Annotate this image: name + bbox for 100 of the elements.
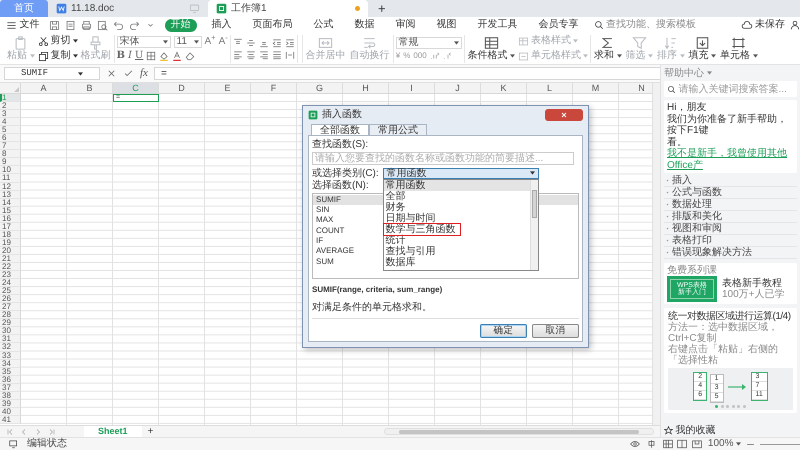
row-header[interactable]: 6 <box>0 134 21 142</box>
column-header[interactable]: F <box>251 83 297 93</box>
row-header[interactable]: 9 <box>0 158 21 166</box>
row-header[interactable]: 32 <box>0 343 21 352</box>
row-header[interactable]: 10 <box>0 166 21 174</box>
dialog-tab[interactable]: 全部函数 <box>311 124 369 136</box>
dropdown-option[interactable]: 数据库 <box>384 256 530 268</box>
course-title[interactable]: 表格新手教程 <box>722 278 785 289</box>
column-header[interactable]: H <box>343 83 389 93</box>
dialog-tab[interactable]: 常用公式 <box>369 124 427 135</box>
row-header[interactable]: 3 <box>0 110 21 118</box>
page-dot[interactable] <box>737 405 740 408</box>
row-header[interactable]: 30 <box>0 327 21 336</box>
dropdown-option[interactable]: 数学与三角函数 <box>384 224 460 235</box>
help-topic[interactable]: 视图和审阅 <box>664 223 797 235</box>
cancel-icon[interactable] <box>106 68 117 79</box>
page-view-icon[interactable] <box>676 439 688 449</box>
indent-increase-icon[interactable] <box>284 38 295 48</box>
printer-icon[interactable] <box>80 20 92 30</box>
align-left-icon[interactable] <box>232 50 243 60</box>
person-icon[interactable] <box>790 20 800 30</box>
dropdown-option[interactable]: 查找与引用 <box>384 246 530 257</box>
ribbon-button[interactable]: 条件格式 <box>466 36 516 62</box>
previous-sheet-icon[interactable] <box>20 428 28 436</box>
document-tab[interactable]: 工作簿1 <box>208 0 368 17</box>
decrease-font-button[interactable]: A$^{-}$ <box>218 36 228 48</box>
ribbon-button[interactable]: 单元格 <box>719 36 759 62</box>
column-header[interactable]: G <box>297 83 343 93</box>
row-header[interactable]: 8 <box>0 150 21 158</box>
ribbon-button[interactable]: 填充 <box>688 36 718 62</box>
document-icon[interactable] <box>64 20 76 30</box>
column-header[interactable]: J <box>435 83 481 93</box>
row-header[interactable]: 25 <box>0 287 21 296</box>
help-topic[interactable]: 错误现象解决方法 <box>664 247 797 259</box>
row-header[interactable]: 2 <box>0 102 21 110</box>
row-header[interactable]: 26 <box>0 295 21 304</box>
column-header[interactable]: M <box>573 83 619 93</box>
favorites-button[interactable]: 我的收藏 <box>664 423 797 437</box>
align-center-icon[interactable] <box>246 50 256 60</box>
ribbon-button[interactable]: 求和 <box>593 36 623 62</box>
dropdown-scrollbar[interactable] <box>530 180 538 270</box>
preview-icon[interactable] <box>96 20 108 30</box>
column-header[interactable]: A <box>21 83 67 93</box>
row-header[interactable]: 28 <box>0 311 21 320</box>
row-header[interactable]: 24 <box>0 279 21 288</box>
dropdown-option[interactable]: 财务 <box>384 202 530 213</box>
fill-color-icon[interactable] <box>159 50 170 60</box>
row-header[interactable]: 23 <box>0 271 21 280</box>
row-header[interactable]: 7 <box>0 142 21 150</box>
redo-icon[interactable] <box>128 20 140 30</box>
column-header[interactable]: L <box>527 83 573 93</box>
name-box[interactable]: SUMIF <box>4 67 100 80</box>
align-middle-icon[interactable] <box>246 38 256 48</box>
dropdown-option[interactable]: 全部 <box>384 190 530 202</box>
function-button[interactable]: fx <box>140 67 148 80</box>
row-header[interactable]: 11 <box>0 174 21 183</box>
number-format-select[interactable]: 常规 <box>396 36 462 48</box>
horizontal-scrollbar[interactable] <box>384 428 654 435</box>
function-search-field[interactable]: 请输入您要查找的函数名称或函数功能的简要描述... <box>312 152 574 164</box>
confirm-icon[interactable] <box>123 68 134 79</box>
dropdown-option[interactable]: 常用函数 <box>384 180 530 191</box>
ribbon-button[interactable]: 复制 <box>38 50 78 62</box>
ok-button[interactable]: 确定 <box>480 324 527 338</box>
category-select[interactable]: 常用函数 <box>382 168 539 179</box>
first-sheet-icon[interactable] <box>6 428 14 436</box>
bold-button[interactable]: B <box>116 50 125 62</box>
column-header[interactable]: I <box>389 83 435 93</box>
ribbon-tab[interactable]: 会员专享 <box>532 18 584 32</box>
help-topic[interactable]: 数据处理 <box>664 199 797 211</box>
vertical-scrollbar[interactable] <box>652 83 660 425</box>
page-dot[interactable] <box>726 405 730 408</box>
column-header[interactable]: K <box>481 83 527 93</box>
cancel-button[interactable]: 取消 <box>532 324 579 338</box>
last-sheet-icon[interactable] <box>48 428 56 436</box>
help-topic[interactable]: 表格打印 <box>664 235 797 247</box>
increase-font-button[interactable]: A$^{+}$ <box>204 36 216 48</box>
borders-icon[interactable] <box>146 50 156 60</box>
dropdown-option[interactable]: 日期与时间 <box>384 212 530 224</box>
font-name-select[interactable]: 宋体 <box>116 36 170 48</box>
eraser-icon[interactable] <box>185 50 196 60</box>
help-topic[interactable]: 排版和美化 <box>664 211 797 223</box>
row-header[interactable]: 27 <box>0 303 21 312</box>
search-field[interactable]: 查找功能、搜索模板 <box>606 19 724 31</box>
justify-icon[interactable] <box>272 50 282 60</box>
document-tab[interactable]: 11.18.doc <box>48 0 208 17</box>
new-tab-button[interactable]: + <box>368 2 396 17</box>
add-sheet-button[interactable]: + <box>148 426 154 438</box>
save-icon[interactable] <box>48 20 60 30</box>
distribute-icon[interactable] <box>284 50 295 60</box>
underline-button[interactable]: U <box>134 50 144 62</box>
page-dot[interactable] <box>715 405 718 408</box>
row-header[interactable]: 5 <box>0 126 21 134</box>
book-view-icon[interactable] <box>690 439 703 449</box>
input-method-icon[interactable] <box>646 439 657 449</box>
column-header[interactable]: D <box>159 83 205 93</box>
font-size-select[interactable]: 11 <box>174 36 202 48</box>
column-header[interactable]: E <box>205 83 251 93</box>
eye-icon[interactable] <box>628 439 641 449</box>
ribbon-tab[interactable]: 视图 <box>430 18 462 32</box>
undo-icon[interactable] <box>112 20 124 30</box>
